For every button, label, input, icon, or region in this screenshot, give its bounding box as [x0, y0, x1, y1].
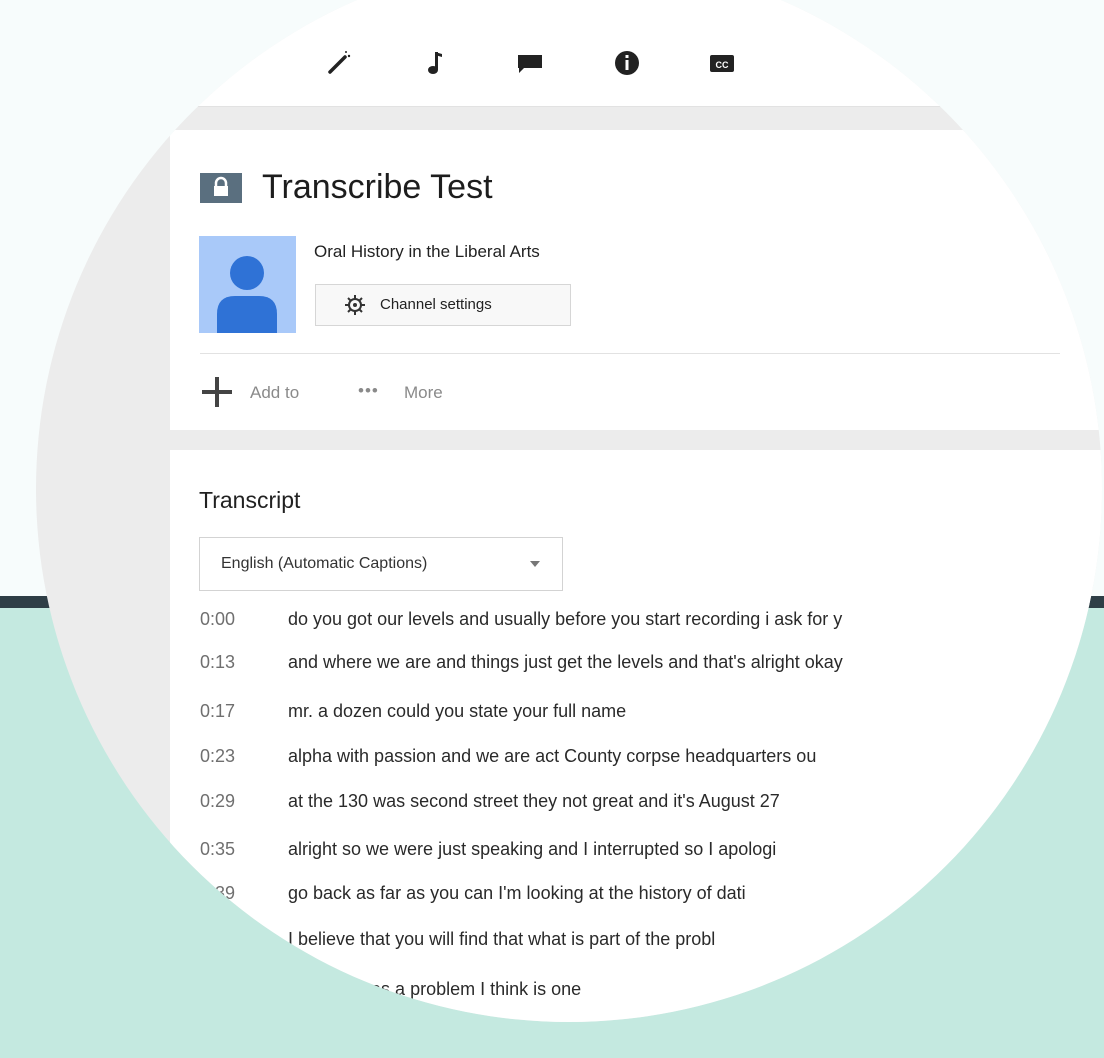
- caption-text: go back as far as you can I'm looking at…: [288, 883, 746, 903]
- more-dots-icon[interactable]: •••: [358, 381, 379, 401]
- timestamp: 0:13: [200, 652, 236, 672]
- caption-text: alright so we were just speaking and I i…: [288, 839, 777, 859]
- info-icon[interactable]: [612, 48, 642, 78]
- default-profile-icon: [217, 256, 277, 333]
- timestamp: 0:29: [200, 791, 236, 811]
- avatar[interactable]: [199, 236, 296, 333]
- plus-icon[interactable]: [200, 375, 234, 409]
- caption-text: mr. a dozen could you state your full na…: [288, 701, 627, 721]
- divider: [200, 353, 1060, 354]
- editor-toolbar: CC: [36, 0, 1102, 107]
- comment-icon[interactable]: [515, 48, 545, 78]
- caption-text: at the 130 was second street they not gr…: [288, 791, 780, 811]
- timestamp: 0:39: [200, 883, 236, 903]
- magic-wand-icon[interactable]: [325, 48, 355, 78]
- transcript-heading: Transcript: [199, 487, 301, 513]
- channel-settings-label: Channel settings: [380, 296, 492, 313]
- caption-text: I believe that you will find that what i…: [288, 929, 716, 949]
- youtube-page: CC Transcribe Test Oral History in the L…: [36, 0, 1102, 1022]
- language-label: English (Automatic Captions): [221, 555, 428, 572]
- timestamp: 0:00: [200, 609, 236, 629]
- more-button[interactable]: More: [404, 383, 443, 403]
- lock-icon: [200, 173, 242, 203]
- timestamp: 0:35: [200, 839, 236, 859]
- transcript-language-select[interactable]: English (Automatic Captions): [199, 537, 563, 591]
- timestamp: 0:17: [200, 701, 236, 721]
- channel-settings-button[interactable]: Channel settings: [315, 284, 571, 326]
- svg-text:CC: CC: [716, 60, 729, 70]
- music-note-icon[interactable]: [420, 48, 450, 78]
- zoom-circle: CC Transcribe Test Oral History in the L…: [36, 0, 1102, 1022]
- cc-icon[interactable]: CC: [707, 48, 737, 78]
- caption-text: alpha with passion and we are act County…: [288, 746, 817, 766]
- chevron-down-icon: [530, 561, 540, 567]
- caption-text: do you got our levels and usually before…: [288, 609, 843, 629]
- caption-text: described as a problem I think is one: [288, 979, 582, 999]
- channel-name[interactable]: Oral History in the Liberal Arts: [314, 242, 540, 262]
- gear-icon: [345, 295, 365, 315]
- caption-text: and where we are and things just get the…: [288, 652, 843, 672]
- add-to-button[interactable]: Add to: [250, 383, 299, 403]
- video-title: Transcribe Test: [262, 168, 493, 206]
- timestamp: 0:45: [200, 929, 236, 949]
- timestamp: 0:23: [200, 746, 236, 766]
